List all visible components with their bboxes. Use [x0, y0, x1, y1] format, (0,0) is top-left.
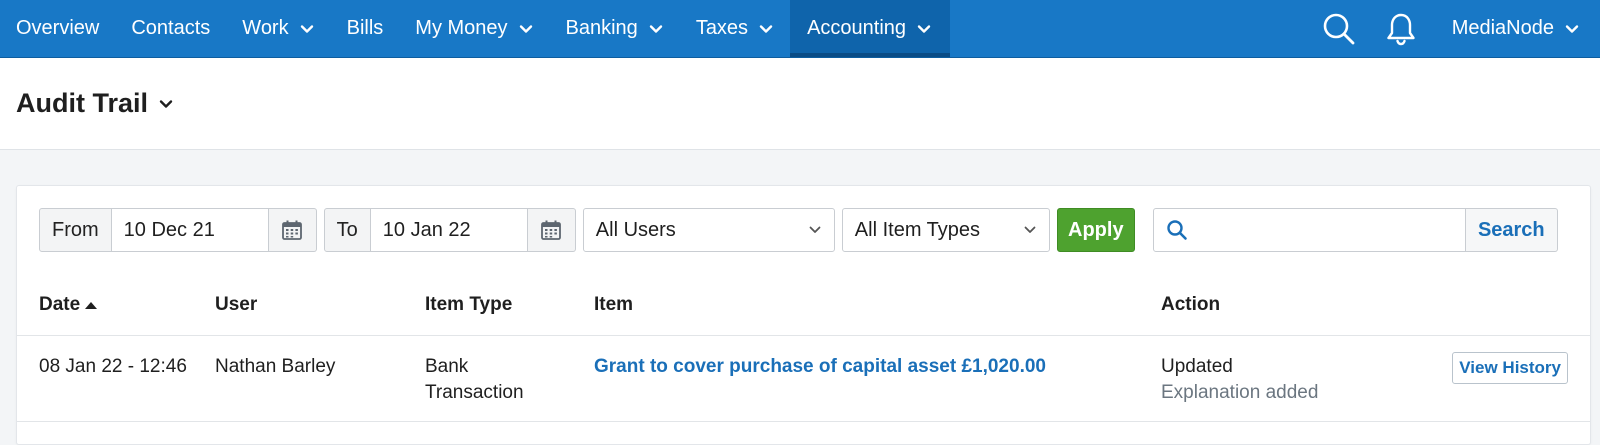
nav-item-bills[interactable]: Bills — [331, 0, 400, 57]
nav-item-label: Contacts — [131, 17, 211, 39]
chevron-down-icon — [519, 24, 532, 33]
users-select-value: All Users — [595, 218, 676, 241]
chevron-down-icon — [159, 99, 173, 108]
nav-item-banking[interactable]: Banking — [550, 0, 680, 57]
users-select[interactable]: All Users — [582, 208, 835, 252]
nav-utilities: MediaNode — [1308, 0, 1600, 57]
page-title: Audit Trail — [16, 88, 149, 118]
chevron-down-icon — [1024, 226, 1036, 233]
cell-action: Updated Explanation added — [1161, 354, 1318, 406]
bell-icon — [1387, 13, 1415, 45]
search-icon — [1323, 13, 1355, 44]
notifications-button[interactable] — [1370, 0, 1432, 58]
nav-item-taxes[interactable]: Taxes — [680, 0, 790, 57]
nav-menu: Overview Contacts Work Bills My Money Ba… — [0, 0, 951, 57]
item-types-select[interactable]: All Item Types — [841, 208, 1050, 252]
user-menu[interactable]: MediaNode — [1432, 17, 1588, 40]
column-header-label: Item Type — [425, 294, 513, 315]
chevron-down-icon — [1565, 24, 1579, 33]
cell-user: Nathan Barley — [215, 356, 336, 377]
from-date-picker-button[interactable] — [268, 208, 317, 252]
item-link[interactable]: Grant to cover purchase of capital asset… — [594, 354, 1046, 380]
table-header: Date User Item Type Item Action — [17, 284, 1590, 336]
search-input[interactable] — [1152, 208, 1466, 252]
sort-ascending-icon — [85, 302, 98, 309]
chevron-down-icon — [917, 24, 931, 33]
user-name: MediaNode — [1451, 17, 1554, 39]
calendar-icon — [541, 220, 562, 240]
to-label: To — [323, 208, 371, 252]
to-date-picker-button[interactable] — [527, 208, 576, 252]
table-row: 08 Jan 22 - 12:46 Nathan Barley Bank Tra… — [17, 336, 1590, 422]
top-navigation-bar: Overview Contacts Work Bills My Money Ba… — [0, 0, 1600, 58]
to-date-input[interactable]: 10 Jan 22 — [370, 208, 528, 252]
from-date-input[interactable]: 10 Dec 21 — [111, 208, 269, 252]
calendar-icon — [282, 220, 303, 240]
chevron-down-icon — [300, 24, 313, 33]
column-header-item-type[interactable]: Item Type — [425, 294, 512, 316]
nav-item-work[interactable]: Work — [226, 0, 330, 57]
nav-item-label: Bills — [346, 17, 384, 39]
cell-item-type: Bank Transaction — [425, 354, 524, 406]
nav-item-label: Banking — [565, 17, 638, 39]
audit-trail-card: From 10 Dec 21 To 10 Jan 22 All Users Al… — [16, 185, 1591, 445]
nav-item-accounting[interactable]: Accounting — [790, 0, 951, 57]
chevron-down-icon — [809, 226, 821, 233]
view-history-button[interactable]: View History — [1452, 352, 1568, 384]
page-title-dropdown[interactable]: Audit Trail — [16, 88, 174, 119]
column-header-date[interactable]: Date — [39, 294, 98, 316]
search-group: Search — [1152, 208, 1558, 252]
nav-item-label: Overview — [16, 17, 100, 39]
nav-item-label: My Money — [415, 17, 508, 39]
apply-button[interactable]: Apply — [1056, 208, 1135, 252]
nav-item-label: Accounting — [807, 17, 907, 39]
column-header-action[interactable]: Action — [1161, 294, 1220, 316]
nav-item-contacts[interactable]: Contacts — [115, 0, 226, 57]
column-header-user[interactable]: User — [215, 294, 257, 316]
chevron-down-icon — [759, 24, 773, 33]
filter-bar: From 10 Dec 21 To 10 Jan 22 All Users Al… — [39, 208, 1568, 252]
action-detail: Explanation added — [1161, 382, 1319, 403]
nav-search-button[interactable] — [1308, 0, 1370, 58]
nav-item-label: Taxes — [695, 17, 749, 39]
nav-item-my-money[interactable]: My Money — [399, 0, 549, 57]
action-status: Updated — [1161, 356, 1233, 377]
cell-date: 08 Jan 22 - 12:46 — [39, 356, 187, 377]
nav-item-overview[interactable]: Overview — [0, 0, 115, 57]
column-header-label: Item — [594, 294, 634, 315]
column-header-label: Action — [1161, 294, 1221, 315]
chevron-down-icon — [649, 24, 663, 33]
search-icon — [1167, 220, 1187, 240]
from-label: From — [39, 208, 112, 252]
nav-item-label: Work — [242, 17, 289, 39]
page-header: Audit Trail — [0, 58, 1600, 150]
column-header-label: Date — [39, 294, 81, 315]
column-header-item[interactable]: Item — [594, 294, 633, 316]
item-types-select-value: All Item Types — [854, 218, 981, 241]
item-type-line: Transaction — [425, 382, 524, 403]
column-header-label: User — [215, 294, 258, 315]
item-type-line: Bank — [425, 356, 469, 377]
search-button[interactable]: Search — [1465, 208, 1558, 252]
